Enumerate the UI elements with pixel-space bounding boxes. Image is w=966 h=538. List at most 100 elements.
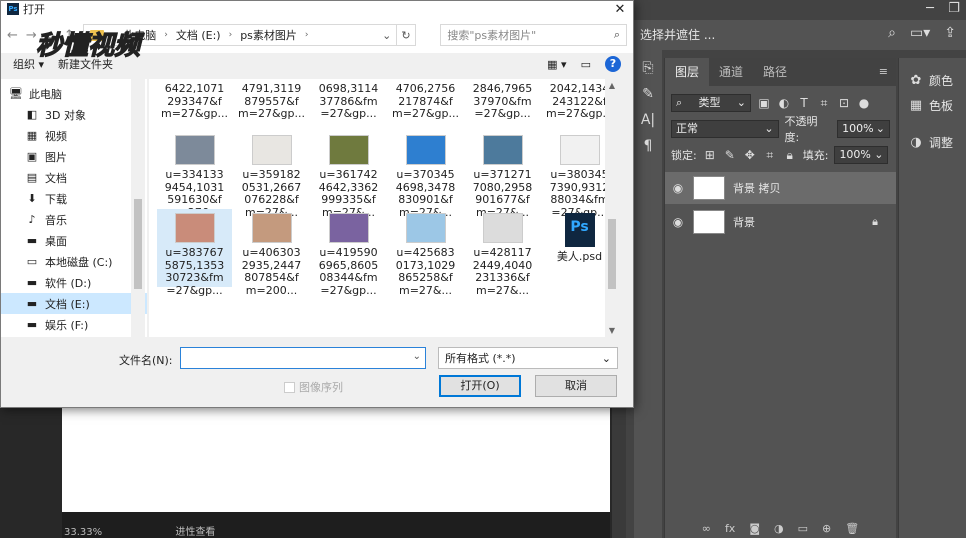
- refresh-button[interactable]: ↻: [396, 24, 417, 46]
- file-item[interactable]: 6422,1071 293347&f m=27&gp...: [157, 81, 232, 131]
- image-sequence-checkbox[interactable]: 图像序列: [284, 379, 343, 395]
- file-item[interactable]: u=383767 5875,1353 30723&fm =27&gp...: [157, 209, 232, 296]
- file-item[interactable]: u=334133 9454,1031 591630&f m=27&...: [157, 131, 232, 218]
- file-item[interactable]: 2846,7965 37970&fm =27&gp...: [465, 81, 540, 131]
- trash-icon[interactable]: 🗑︎: [845, 522, 859, 538]
- file-item[interactable]: u=359182 0531,2667 076228&f m=27&...: [234, 131, 309, 218]
- nav-item[interactable]: ▬ 文档 (E:): [1, 293, 147, 314]
- nav-item[interactable]: ♪ 音乐: [1, 209, 147, 230]
- file-item[interactable]: u=361742 4642,3362 999335&f m=27&...: [311, 131, 386, 218]
- document-canvas[interactable]: [62, 405, 610, 513]
- restore-button[interactable]: ❐: [942, 0, 966, 20]
- layer-row[interactable]: ◉ 背景 拷贝: [665, 172, 896, 204]
- scroll-down-icon[interactable]: ▼: [605, 326, 619, 335]
- open-button[interactable]: 打开(O): [439, 375, 521, 397]
- view-options-icon[interactable]: ▦ ▾: [547, 58, 566, 71]
- drive-icon: ▭: [26, 255, 38, 268]
- tab-paths[interactable]: 路径: [753, 58, 797, 86]
- fill-input[interactable]: 100% ⌄: [834, 146, 889, 164]
- nav-item[interactable]: 🖥 此电脑: [1, 83, 147, 104]
- nav-item[interactable]: ⬇ 下载: [1, 188, 147, 209]
- adjustment-layer-icon[interactable]: ◑: [774, 522, 784, 538]
- eye-icon[interactable]: ◉: [671, 215, 685, 229]
- adjustment-filter-icon[interactable]: ◐: [777, 96, 791, 110]
- adjustments-panel-button[interactable]: ◑ 调整: [899, 114, 966, 151]
- layer-thumbnail: [693, 176, 725, 200]
- chevron-down-icon[interactable]: ⌄: [413, 351, 421, 362]
- file-item[interactable]: u=406303 2935,2447 807854&f m=200...: [234, 209, 309, 296]
- tab-layers[interactable]: 图层: [665, 58, 710, 86]
- minimize-button[interactable]: ─: [918, 0, 942, 20]
- nav-item[interactable]: ▤ 文档: [1, 167, 147, 188]
- filetype-select[interactable]: 所有格式 (*.*) ⌄: [438, 347, 618, 369]
- nav-item[interactable]: ▦ 视频: [1, 125, 147, 146]
- preview-pane-icon[interactable]: ▭: [581, 58, 591, 71]
- chevron-down-icon[interactable]: ⌄: [378, 29, 396, 42]
- fx-icon[interactable]: fx: [725, 522, 735, 538]
- download-icon: ⬇: [27, 192, 37, 205]
- layer-row[interactable]: ◉ 背景 🔒︎: [665, 206, 896, 238]
- paragraph-icon[interactable]: ¶: [634, 138, 662, 154]
- close-button[interactable]: ✕: [607, 2, 633, 17]
- lock-position-icon[interactable]: ✥: [743, 148, 757, 162]
- nav-item[interactable]: ▭ 本地磁盘 (C:): [1, 251, 147, 272]
- filter-toggle-icon[interactable]: ●: [857, 96, 871, 110]
- breadcrumb-item[interactable]: 文档 (E:): [176, 27, 221, 43]
- file-item[interactable]: u=428117 2449,4040 231336&f m=27&...: [465, 209, 540, 296]
- search-icon[interactable]: ⌕: [888, 25, 896, 41]
- workspace-icon[interactable]: ▭▾: [910, 25, 930, 41]
- nav-item[interactable]: ◧ 3D 对象: [1, 104, 147, 125]
- chevron-down-icon: ⌄: [874, 148, 884, 161]
- breadcrumb-item[interactable]: ps素材图片: [240, 27, 297, 43]
- text-icon[interactable]: A|: [634, 112, 662, 128]
- brush-settings-icon[interactable]: ✎: [634, 86, 662, 102]
- file-item[interactable]: 4791,3119 879557&f m=27&gp...: [234, 81, 309, 131]
- file-item[interactable]: u=371271 7080,2958 901677&f m=27&...: [465, 131, 540, 218]
- help-icon[interactable]: ?: [605, 56, 621, 72]
- image-thumbnail: [251, 213, 292, 243]
- file-item[interactable]: u=370345 4698,3478 830901&f m=27&...: [388, 131, 463, 218]
- swatches-panel-button[interactable]: ▦ 色板: [899, 89, 966, 114]
- cancel-button[interactable]: 取消: [535, 375, 617, 397]
- file-item[interactable]: 4706,2756 217874&f m=27&gp...: [388, 81, 463, 131]
- back-arrow-icon[interactable]: ←: [7, 28, 18, 43]
- checkbox-box[interactable]: [284, 381, 295, 393]
- select-and-mask-button[interactable]: 选择并遮住 ...: [640, 26, 715, 43]
- nav-scrollbar[interactable]: [131, 79, 145, 337]
- tab-channels[interactable]: 通道: [709, 58, 753, 86]
- nav-item[interactable]: ▬ 娱乐 (F:): [1, 314, 147, 335]
- opacity-input[interactable]: 100% ⌄: [837, 120, 890, 138]
- new-layer-icon[interactable]: ⊕: [822, 522, 831, 538]
- shape-filter-icon[interactable]: ⌗: [817, 96, 831, 111]
- smart-object-filter-icon[interactable]: ⊡: [837, 96, 851, 110]
- panel-menu-icon[interactable]: ≡: [871, 58, 896, 86]
- lock-all-icon[interactable]: 🔒︎: [783, 148, 797, 163]
- layer-filter-select[interactable]: ⌕ 类型 ⌄: [671, 94, 751, 112]
- lock-transparent-icon[interactable]: ⊞: [703, 148, 717, 162]
- layer-name: 背景: [733, 216, 755, 229]
- eye-icon[interactable]: ◉: [671, 181, 685, 195]
- file-item[interactable]: 0698,3114 37786&fm =27&gp...: [311, 81, 386, 131]
- share-icon[interactable]: ⇪: [944, 25, 956, 41]
- lock-artboard-icon[interactable]: ⌗: [763, 148, 777, 163]
- filename-input[interactable]: ⌄: [180, 347, 426, 369]
- type-filter-icon[interactable]: T: [797, 96, 811, 110]
- blend-mode-select[interactable]: 正常 ⌄: [671, 120, 779, 138]
- color-panel-button[interactable]: ✿ 颜色: [899, 58, 966, 89]
- nav-item[interactable]: ▬ 桌面: [1, 230, 147, 251]
- nav-item-label: 文档 (E:): [45, 297, 90, 311]
- search-input[interactable]: 搜索"ps素材图片" ⌕: [440, 24, 627, 46]
- file-item[interactable]: u=425683 0173,1029 865258&f m=27&...: [388, 209, 463, 296]
- group-icon[interactable]: ▭: [798, 522, 808, 538]
- nav-item-label: 软件 (D:): [45, 276, 92, 290]
- scroll-up-icon[interactable]: ▲: [605, 81, 619, 90]
- image-filter-icon[interactable]: ▣: [757, 96, 771, 110]
- lock-pixels-icon[interactable]: ✎: [723, 148, 737, 162]
- mask-icon[interactable]: ◙: [749, 522, 760, 538]
- file-list-scrollbar[interactable]: ▲ ▼: [605, 79, 619, 337]
- nav-item[interactable]: ▣ 图片: [1, 146, 147, 167]
- link-icon[interactable]: ∞: [702, 522, 711, 538]
- history-icon[interactable]: ⎘: [634, 60, 662, 76]
- nav-item[interactable]: ▬ 软件 (D:): [1, 272, 147, 293]
- file-item[interactable]: u=419590 6965,8605 08344&fm =27&gp...: [311, 209, 386, 296]
